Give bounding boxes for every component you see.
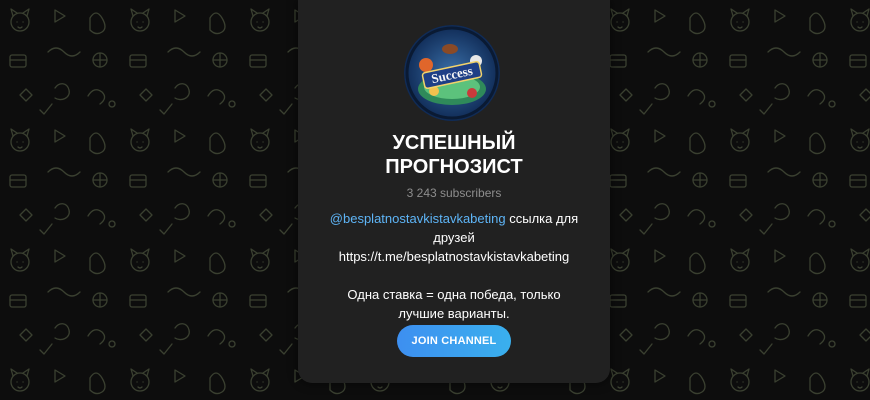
subscriber-count: 3 243 subscribers	[406, 186, 502, 200]
avatar-image: Success	[404, 25, 500, 121]
channel-avatar[interactable]: Success	[404, 25, 500, 121]
join-channel-button[interactable]: JOIN CHANNEL	[397, 325, 511, 357]
description-link[interactable]: https://t.me/besplatnostavkistavkabeting	[312, 247, 596, 266]
channel-title: УСПЕШНЫЙ ПРОГНОЗИСТ	[298, 131, 610, 179]
channel-mention-link[interactable]: @besplatnostavkistavkabeting	[330, 211, 506, 226]
channel-title-line-1: УСПЕШНЫЙ	[392, 132, 516, 154]
channel-title-line-2: ПРОГНОЗИСТ	[385, 156, 523, 178]
channel-description: @besplatnostavkistavkabeting ссылка для …	[298, 209, 610, 323]
description-text: Одна ставка = одна победа, только лучшие…	[347, 287, 561, 321]
description-line-1: @besplatnostavkistavkabeting ссылка для …	[312, 209, 596, 247]
channel-card: Success УСПЕШНЫЙ ПРОГНОЗИСТ 3 243 subscr…	[298, 0, 610, 383]
